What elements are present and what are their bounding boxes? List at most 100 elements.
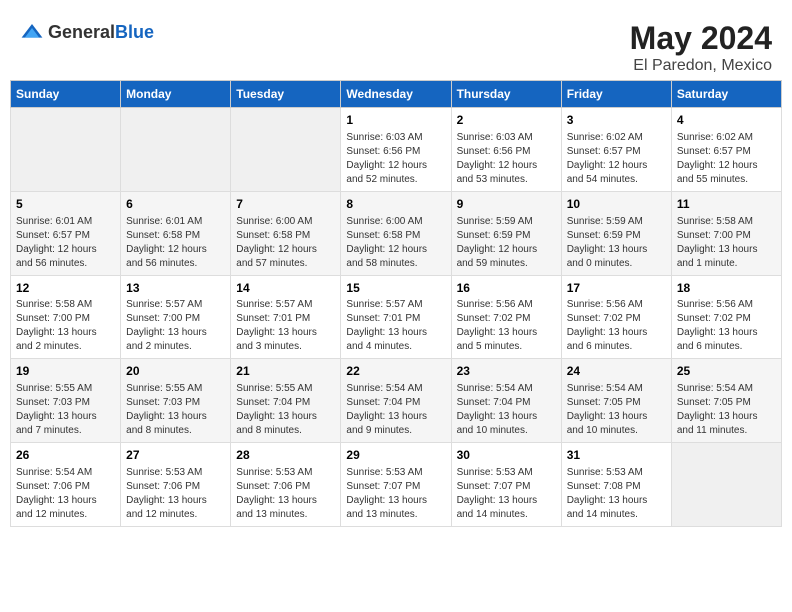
header-cell-thursday: Thursday bbox=[451, 81, 561, 108]
day-number: 12 bbox=[16, 280, 115, 297]
day-number: 16 bbox=[457, 280, 556, 297]
day-cell: 11Sunrise: 5:58 AM Sunset: 7:00 PM Dayli… bbox=[671, 191, 781, 275]
day-info: Sunrise: 5:54 AM Sunset: 7:05 PM Dayligh… bbox=[567, 382, 666, 438]
day-cell: 8 Sunrise: 6:00 AM Sunset: 6:58 PM Daylig… bbox=[341, 191, 451, 275]
header-row: SundayMondayTuesdayWednesdayThursdayFrid… bbox=[11, 81, 782, 108]
day-number: 27 bbox=[126, 447, 225, 464]
day-cell: 6 Sunrise: 6:01 AM Sunset: 6:58 PM Daylig… bbox=[121, 191, 231, 275]
day-info: Sunrise: 5:57 AM Sunset: 7:00 PM Dayligh… bbox=[126, 298, 225, 354]
day-number: 31 bbox=[567, 447, 666, 464]
day-info: Sunrise: 5:59 AM Sunset: 6:59 PM Dayligh… bbox=[457, 215, 556, 271]
logo-blue-text: Blue bbox=[115, 22, 154, 42]
day-number: 10 bbox=[567, 196, 666, 213]
day-cell: 13Sunrise: 5:57 AM Sunset: 7:00 PM Dayli… bbox=[121, 275, 231, 359]
day-info: Sunrise: 6:00 AM Sunset: 6:58 PM Dayligh… bbox=[236, 215, 335, 271]
day-number: 26 bbox=[16, 447, 115, 464]
day-cell: 1 Sunrise: 6:03 AM Sunset: 6:56 PM Daylig… bbox=[341, 108, 451, 192]
day-info: Sunrise: 5:56 AM Sunset: 7:02 PM Dayligh… bbox=[457, 298, 556, 354]
day-info: Sunrise: 5:53 AM Sunset: 7:06 PM Dayligh… bbox=[236, 466, 335, 522]
calendar-header: SundayMondayTuesdayWednesdayThursdayFrid… bbox=[11, 81, 782, 108]
day-cell: 24 Sunrise: 5:54 AM Sunset: 7:05 PM Dayli… bbox=[561, 359, 671, 443]
day-info: Sunrise: 5:54 AM Sunset: 7:06 PM Dayligh… bbox=[16, 466, 115, 522]
day-info: Sunrise: 5:54 AM Sunset: 7:05 PM Dayligh… bbox=[677, 382, 776, 438]
day-cell bbox=[121, 108, 231, 192]
day-number: 2 bbox=[457, 112, 556, 129]
day-info: Sunrise: 5:53 AM Sunset: 7:08 PM Dayligh… bbox=[567, 466, 666, 522]
day-info: Sunrise: 5:59 AM Sunset: 6:59 PM Dayligh… bbox=[567, 215, 666, 271]
day-number: 15 bbox=[346, 280, 445, 297]
day-number: 4 bbox=[677, 112, 776, 129]
week-row-1: 1 Sunrise: 6:03 AM Sunset: 6:56 PM Daylig… bbox=[11, 108, 782, 192]
day-number: 30 bbox=[457, 447, 556, 464]
day-number: 17 bbox=[567, 280, 666, 297]
day-info: Sunrise: 6:01 AM Sunset: 6:57 PM Dayligh… bbox=[16, 215, 115, 271]
day-number: 13 bbox=[126, 280, 225, 297]
page-header: GeneralBlue May 2024 El Paredon, Mexico bbox=[10, 10, 782, 80]
week-row-5: 26 Sunrise: 5:54 AM Sunset: 7:06 PM Dayli… bbox=[11, 443, 782, 527]
day-info: Sunrise: 5:55 AM Sunset: 7:04 PM Dayligh… bbox=[236, 382, 335, 438]
calendar-body: 1 Sunrise: 6:03 AM Sunset: 6:56 PM Daylig… bbox=[11, 108, 782, 527]
day-cell: 29Sunrise: 5:53 AM Sunset: 7:07 PM Dayli… bbox=[341, 443, 451, 527]
week-row-2: 5 Sunrise: 6:01 AM Sunset: 6:57 PM Daylig… bbox=[11, 191, 782, 275]
header-cell-friday: Friday bbox=[561, 81, 671, 108]
header-cell-sunday: Sunday bbox=[11, 81, 121, 108]
day-cell bbox=[671, 443, 781, 527]
day-number: 8 bbox=[346, 196, 445, 213]
day-number: 28 bbox=[236, 447, 335, 464]
day-number: 23 bbox=[457, 363, 556, 380]
day-info: Sunrise: 6:01 AM Sunset: 6:58 PM Dayligh… bbox=[126, 215, 225, 271]
day-info: Sunrise: 5:54 AM Sunset: 7:04 PM Dayligh… bbox=[346, 382, 445, 438]
title-block: May 2024 El Paredon, Mexico bbox=[630, 20, 772, 75]
day-cell: 17Sunrise: 5:56 AM Sunset: 7:02 PM Dayli… bbox=[561, 275, 671, 359]
day-number: 25 bbox=[677, 363, 776, 380]
page-title: May 2024 bbox=[630, 20, 772, 57]
day-cell: 5 Sunrise: 6:01 AM Sunset: 6:57 PM Daylig… bbox=[11, 191, 121, 275]
day-info: Sunrise: 5:58 AM Sunset: 7:00 PM Dayligh… bbox=[677, 215, 776, 271]
day-info: Sunrise: 5:57 AM Sunset: 7:01 PM Dayligh… bbox=[346, 298, 445, 354]
day-info: Sunrise: 6:03 AM Sunset: 6:56 PM Dayligh… bbox=[346, 131, 445, 187]
day-number: 6 bbox=[126, 196, 225, 213]
day-info: Sunrise: 6:02 AM Sunset: 6:57 PM Dayligh… bbox=[677, 131, 776, 187]
day-number: 14 bbox=[236, 280, 335, 297]
day-number: 1 bbox=[346, 112, 445, 129]
week-row-3: 12Sunrise: 5:58 AM Sunset: 7:00 PM Dayli… bbox=[11, 275, 782, 359]
logo-text: General bbox=[48, 22, 115, 42]
day-number: 7 bbox=[236, 196, 335, 213]
day-cell bbox=[231, 108, 341, 192]
logo: GeneralBlue bbox=[20, 20, 154, 44]
day-cell: 22 Sunrise: 5:54 AM Sunset: 7:04 PM Dayli… bbox=[341, 359, 451, 443]
day-info: Sunrise: 5:56 AM Sunset: 7:02 PM Dayligh… bbox=[677, 298, 776, 354]
day-cell: 10 Sunrise: 5:59 AM Sunset: 6:59 PM Dayli… bbox=[561, 191, 671, 275]
day-cell: 16Sunrise: 5:56 AM Sunset: 7:02 PM Dayli… bbox=[451, 275, 561, 359]
day-number: 20 bbox=[126, 363, 225, 380]
day-number: 18 bbox=[677, 280, 776, 297]
header-cell-monday: Monday bbox=[121, 81, 231, 108]
day-info: Sunrise: 6:00 AM Sunset: 6:58 PM Dayligh… bbox=[346, 215, 445, 271]
page-subtitle: El Paredon, Mexico bbox=[630, 57, 772, 75]
day-number: 24 bbox=[567, 363, 666, 380]
day-info: Sunrise: 5:53 AM Sunset: 7:07 PM Dayligh… bbox=[346, 466, 445, 522]
day-cell: 19 Sunrise: 5:55 AM Sunset: 7:03 PM Dayli… bbox=[11, 359, 121, 443]
day-cell: 18Sunrise: 5:56 AM Sunset: 7:02 PM Dayli… bbox=[671, 275, 781, 359]
day-cell: 21Sunrise: 5:55 AM Sunset: 7:04 PM Dayli… bbox=[231, 359, 341, 443]
day-cell: 30 Sunrise: 5:53 AM Sunset: 7:07 PM Dayli… bbox=[451, 443, 561, 527]
day-number: 3 bbox=[567, 112, 666, 129]
day-cell: 20Sunrise: 5:55 AM Sunset: 7:03 PM Dayli… bbox=[121, 359, 231, 443]
header-cell-tuesday: Tuesday bbox=[231, 81, 341, 108]
day-cell: 31 Sunrise: 5:53 AM Sunset: 7:08 PM Dayli… bbox=[561, 443, 671, 527]
day-info: Sunrise: 5:58 AM Sunset: 7:00 PM Dayligh… bbox=[16, 298, 115, 354]
day-info: Sunrise: 6:03 AM Sunset: 6:56 PM Dayligh… bbox=[457, 131, 556, 187]
day-info: Sunrise: 5:56 AM Sunset: 7:02 PM Dayligh… bbox=[567, 298, 666, 354]
day-info: Sunrise: 5:53 AM Sunset: 7:07 PM Dayligh… bbox=[457, 466, 556, 522]
day-number: 9 bbox=[457, 196, 556, 213]
day-info: Sunrise: 5:55 AM Sunset: 7:03 PM Dayligh… bbox=[16, 382, 115, 438]
day-cell: 12Sunrise: 5:58 AM Sunset: 7:00 PM Dayli… bbox=[11, 275, 121, 359]
day-cell: 28 Sunrise: 5:53 AM Sunset: 7:06 PM Dayli… bbox=[231, 443, 341, 527]
day-cell: 23Sunrise: 5:54 AM Sunset: 7:04 PM Dayli… bbox=[451, 359, 561, 443]
day-number: 22 bbox=[346, 363, 445, 380]
day-number: 19 bbox=[16, 363, 115, 380]
day-cell: 14Sunrise: 5:57 AM Sunset: 7:01 PM Dayli… bbox=[231, 275, 341, 359]
day-cell: 3Sunrise: 6:02 AM Sunset: 6:57 PM Daylig… bbox=[561, 108, 671, 192]
day-info: Sunrise: 5:53 AM Sunset: 7:06 PM Dayligh… bbox=[126, 466, 225, 522]
day-number: 5 bbox=[16, 196, 115, 213]
